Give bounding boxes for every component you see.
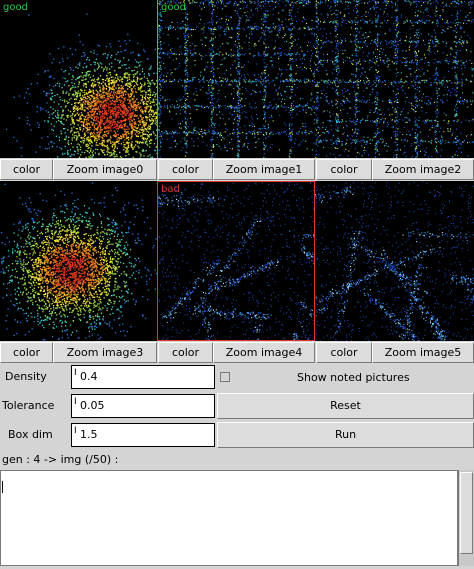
image-3-scatter	[0, 182, 157, 341]
scrollbar-thumb[interactable]	[460, 472, 473, 554]
boxdim-value: 1.5	[80, 428, 98, 441]
tolerance-label: Tolerance	[2, 399, 55, 412]
image-0-scatter	[5, 13, 157, 158]
tolerance-field[interactable]: I 0.05	[71, 394, 215, 418]
image-panel-3[interactable]	[0, 181, 157, 341]
tolerance-value: 0.05	[80, 399, 105, 412]
generation-status: gen : 4 -> img (/50) :	[2, 453, 119, 466]
zoom-image2-button[interactable]: Zoom image2	[372, 159, 474, 180]
density-value: 0.4	[80, 370, 98, 383]
color-button-5[interactable]: color	[316, 342, 372, 363]
color-button-4[interactable]: color	[158, 342, 213, 363]
color-button-3[interactable]: color	[0, 342, 53, 363]
color-button-0[interactable]: color	[0, 159, 53, 180]
image-5-scatter	[315, 181, 474, 341]
zoom-image1-button[interactable]: Zoom image1	[213, 159, 315, 180]
text-cursor-icon: I	[74, 397, 77, 407]
text-cursor-icon: I	[74, 426, 77, 436]
image-panel-5[interactable]	[315, 181, 474, 341]
log-textarea[interactable]	[0, 470, 458, 566]
image-4-tag: bad	[161, 184, 180, 195]
image-panel-4[interactable]: bad	[157, 181, 315, 341]
zoom-image5-button[interactable]: Zoom image5	[372, 342, 474, 363]
show-noted-checkbox[interactable]	[220, 372, 230, 382]
image-1-tag: good	[161, 2, 186, 13]
zoom-image3-button[interactable]: Zoom image3	[53, 342, 157, 363]
text-cursor-icon	[2, 481, 3, 493]
text-cursor-icon: I	[74, 368, 77, 378]
image-4-scatter	[158, 182, 314, 340]
color-button-1[interactable]: color	[158, 159, 213, 180]
show-noted-label: Show noted pictures	[297, 371, 410, 384]
image-panel-0[interactable]: good	[0, 0, 157, 158]
color-button-2[interactable]: color	[316, 159, 372, 180]
run-button[interactable]: Run	[217, 422, 474, 448]
zoom-image4-button[interactable]: Zoom image4	[213, 342, 315, 363]
boxdim-field[interactable]: I 1.5	[71, 423, 215, 447]
image-panel-1[interactable]: good	[157, 0, 315, 158]
boxdim-label: Box dim	[8, 428, 53, 441]
zoom-image0-button[interactable]: Zoom image0	[53, 159, 157, 180]
density-field[interactable]: I 0.4	[71, 365, 215, 389]
density-label: Density	[5, 370, 47, 383]
reset-button[interactable]: Reset	[217, 393, 474, 419]
image-panel-2[interactable]	[315, 0, 474, 158]
image-0-tag: good	[3, 2, 28, 13]
log-scrollbar[interactable]	[458, 470, 474, 566]
image-1-scatter	[158, 0, 315, 158]
image-2-scatter	[315, 0, 474, 158]
